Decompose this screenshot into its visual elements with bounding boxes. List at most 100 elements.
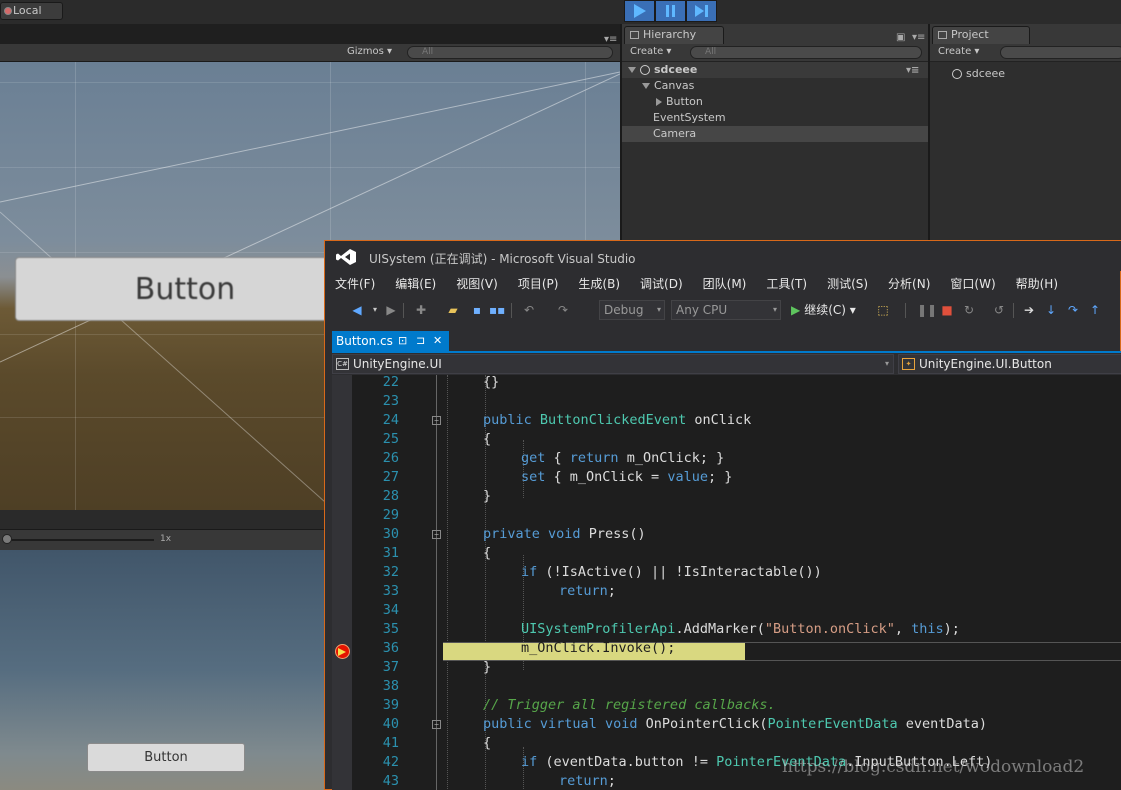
tree-item-scene[interactable]: sdceee ▾≡ <box>622 62 928 78</box>
menu-team[interactable]: 团队(M) <box>693 272 757 294</box>
project-create-dropdown[interactable]: Create ▾ <box>938 46 979 57</box>
menu-tools[interactable]: 工具(T) <box>756 272 817 294</box>
code-line[interactable]: 35 UISystemProfilerApi.AddMarker("Button.… <box>332 620 1121 639</box>
code-text: public ButtonClickedEvent onClick <box>483 412 752 428</box>
gizmos-dropdown[interactable]: Gizmos ▾ <box>347 46 392 57</box>
tree-item-canvas[interactable]: Canvas <box>622 78 928 94</box>
pause-button[interactable] <box>655 0 686 22</box>
step-out-icon[interactable]: ↑ <box>1087 302 1103 318</box>
menu-file[interactable]: 文件(F) <box>325 272 385 294</box>
solution-config-dropdown[interactable]: Debug ▾ <box>599 300 665 320</box>
continue-button[interactable]: ▶ 继续(C) ▾ <box>791 301 856 318</box>
code-line[interactable]: 23 <box>332 392 1121 411</box>
step-button[interactable] <box>686 0 717 22</box>
line-number: 24 <box>382 412 399 428</box>
code-line[interactable]: 40 − public virtual void OnPointerClick(Po… <box>332 715 1121 734</box>
namespace-dropdown[interactable]: C# UnityEngine.UI ▾ <box>332 354 894 374</box>
menu-help[interactable]: 帮助(H) <box>1006 272 1068 294</box>
code-line[interactable]: 39 // Trigger all registered callbacks. <box>332 696 1121 715</box>
vs-menu-bar: 文件(F) 编辑(E) 视图(V) 项目(P) 生成(B) 调试(D) 团队(M… <box>325 272 1121 294</box>
hierarchy-create-dropdown[interactable]: Create ▾ <box>630 46 671 57</box>
collapse-region-icon[interactable]: − <box>432 720 441 729</box>
tab-button-cs[interactable]: Button.cs ⊡ ⊐ ✕ <box>332 331 449 351</box>
code-line[interactable]: 30 − private void Press() <box>332 525 1121 544</box>
code-line[interactable]: 38 <box>332 677 1121 696</box>
code-line[interactable]: 27 set { m_OnClick = value; } <box>332 468 1121 487</box>
tree-item-eventsystem[interactable]: EventSystem <box>622 110 928 126</box>
menu-view[interactable]: 视图(V) <box>446 272 508 294</box>
game-view[interactable]: Button <box>0 550 325 790</box>
code-text: {} <box>483 375 500 390</box>
project-item-scene[interactable]: sdceee <box>930 66 1110 82</box>
menu-debug[interactable]: 调试(D) <box>630 272 693 294</box>
refresh-icon[interactable]: ↺ <box>991 302 1007 318</box>
code-line[interactable]: 41 { <box>332 734 1121 753</box>
open-file-icon[interactable]: ▰ <box>445 302 461 318</box>
code-line[interactable]: 31 { <box>332 544 1121 563</box>
collapse-region-icon[interactable]: − <box>432 416 441 425</box>
navigate-forward-icon[interactable]: ▶ <box>383 302 399 318</box>
code-line[interactable]: 24 − public ButtonClickedEvent onClick <box>332 411 1121 430</box>
hierarchy-menu-icon[interactable]: ▾≡ <box>912 32 925 43</box>
tab-project[interactable]: Project <box>932 26 1030 44</box>
redo-icon[interactable]: ↷ <box>555 302 571 318</box>
code-editor[interactable]: 22 {} 23 24 − public ButtonClickedEvent onCli… <box>332 375 1121 790</box>
lock-icon[interactable]: ▣ <box>896 32 905 43</box>
scene-menu-icon[interactable]: ▾≡ <box>906 63 919 79</box>
menu-window[interactable]: 窗口(W) <box>940 272 1005 294</box>
close-tab-icon[interactable]: ✕ <box>433 331 442 351</box>
collapse-arrow-icon[interactable] <box>656 98 662 106</box>
solution-platform-dropdown[interactable]: Any CPU ▾ <box>671 300 781 320</box>
menu-project[interactable]: 项目(P) <box>508 272 569 294</box>
code-line[interactable]: 29 <box>332 506 1121 525</box>
code-line[interactable]: 37} <box>332 658 1121 677</box>
scene-panel-menu-icon[interactable]: ▾≡ <box>604 34 617 45</box>
play-button[interactable] <box>624 0 655 22</box>
save-icon[interactable]: ▪ <box>469 302 485 318</box>
project-search-input[interactable] <box>1000 46 1121 59</box>
vs-window-title: UISystem (正在调试) - Microsoft Visual Studi… <box>369 252 636 266</box>
save-all-icon[interactable]: ▪▪ <box>489 302 505 318</box>
navigate-back-icon[interactable]: ◀ <box>349 302 365 318</box>
navigation-bar: C# UnityEngine.UI ▾ ✦ UnityEngine.UI.But… <box>332 353 1121 375</box>
code-line[interactable]: 22 {} <box>332 375 1121 392</box>
tab-hierarchy[interactable]: Hierarchy <box>624 26 724 44</box>
show-next-statement-icon[interactable]: ➔ <box>1021 302 1037 318</box>
break-all-icon[interactable]: ❚❚ <box>917 302 937 318</box>
scale-slider-knob[interactable] <box>2 534 12 544</box>
tree-item-button[interactable]: Button <box>622 94 928 110</box>
code-text: // Trigger all registered callbacks. <box>483 697 776 713</box>
game-ui-button[interactable]: Button <box>87 743 245 772</box>
menu-test[interactable]: 测试(S) <box>817 272 878 294</box>
expand-arrow-icon[interactable] <box>642 83 650 89</box>
step-into-icon[interactable]: ↓ <box>1043 302 1059 318</box>
new-item-icon[interactable]: ✚ <box>413 302 429 318</box>
code-line[interactable]: 28} <box>332 487 1121 506</box>
stop-debugging-icon[interactable]: ■ <box>939 302 955 318</box>
attach-process-icon[interactable]: ⬚ <box>875 302 891 318</box>
undo-icon[interactable]: ↶ <box>521 302 537 318</box>
code-line[interactable]: 34 <box>332 601 1121 620</box>
scene-ui-button[interactable]: Button <box>15 257 355 321</box>
expand-arrow-icon[interactable] <box>628 67 636 73</box>
code-line[interactable]: 33 return; <box>332 582 1121 601</box>
code-line[interactable]: 26 get { return m_OnClick; } <box>332 449 1121 468</box>
menu-build[interactable]: 生成(B) <box>568 272 630 294</box>
code-line[interactable]: 32 if (!IsActive() || !IsInteractable()) <box>332 563 1121 582</box>
step-over-icon[interactable]: ↷ <box>1065 302 1081 318</box>
tree-item-camera[interactable]: Camera <box>622 126 928 142</box>
hierarchy-search-input[interactable]: All <box>690 46 922 59</box>
code-line[interactable]: 36 m_OnClick.Invoke(); <box>332 639 1121 658</box>
pivot-mode-button[interactable]: Local <box>0 2 63 20</box>
collapse-region-icon[interactable]: − <box>432 530 441 539</box>
scene-search-input[interactable]: All <box>407 46 613 59</box>
restart-icon[interactable]: ↻ <box>961 302 977 318</box>
scale-slider[interactable] <box>6 539 154 541</box>
menu-analyze[interactable]: 分析(N) <box>878 272 940 294</box>
class-dropdown[interactable]: ✦ UnityEngine.UI.Button <box>898 354 1121 374</box>
menu-edit[interactable]: 编辑(E) <box>385 272 446 294</box>
back-dropdown-icon[interactable]: ▾ <box>367 302 383 318</box>
pin-icon[interactable]: ⊐ <box>416 331 425 351</box>
code-line[interactable]: 25 { <box>332 430 1121 449</box>
scene-toolbar: Gizmos ▾ All <box>0 44 620 62</box>
